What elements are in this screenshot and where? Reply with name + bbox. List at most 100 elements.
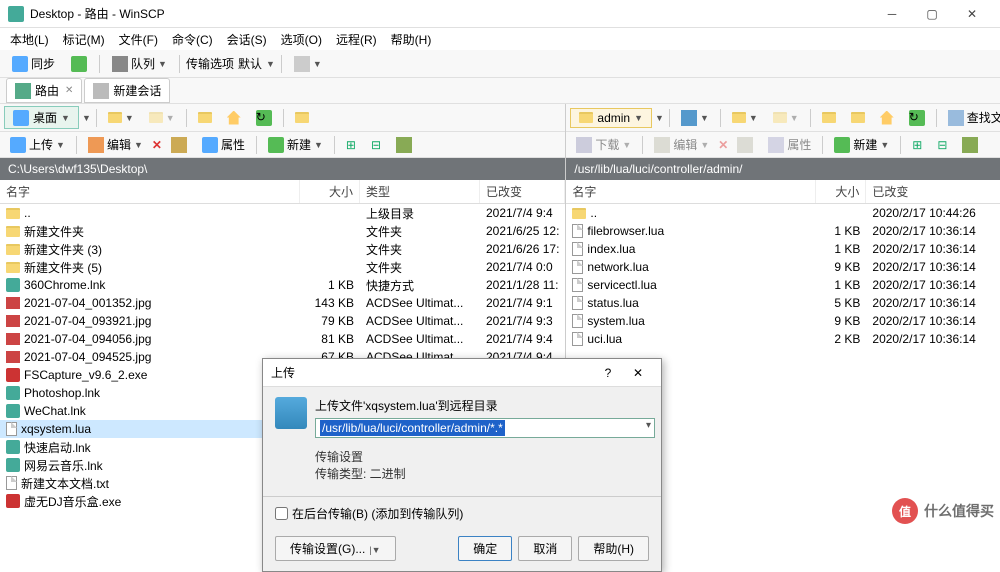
- file-row[interactable]: index.lua1 KB2020/2/17 10:36:14rw-r--r--: [566, 240, 1000, 258]
- help-button[interactable]: 帮助(H): [578, 536, 649, 561]
- toolbar-extra-button[interactable]: ▼: [288, 53, 328, 75]
- file-row[interactable]: status.lua5 KB2020/2/17 10:36:14rw-rw-r-…: [566, 294, 1000, 312]
- file-row[interactable]: 2021-07-04_093921.jpg79 KBACDSee Ultimat…: [0, 312, 565, 330]
- file-row[interactable]: ..2020/2/17 10:44:26rwxrwxr-x: [566, 204, 1000, 222]
- remote-new-button[interactable]: 新建▼: [828, 133, 895, 156]
- menu-mark[interactable]: 标记(M): [57, 29, 111, 50]
- menu-command[interactable]: 命令(C): [166, 29, 219, 50]
- local-header: 名字 大小 类型 已改变: [0, 180, 565, 204]
- local-plus-button[interactable]: ⊞: [340, 135, 362, 155]
- local-edit-button[interactable]: 编辑▼: [82, 133, 149, 156]
- tab-new-session[interactable]: 新建会话: [84, 78, 170, 103]
- remote-edit-button[interactable]: 编辑▼: [648, 133, 715, 156]
- upload-label: 上传文件'xqsystem.lua'到远程目录: [315, 397, 655, 414]
- local-open-button[interactable]: [289, 109, 315, 126]
- dialog-titlebar[interactable]: 上传 ? ✕: [263, 359, 661, 387]
- file-row[interactable]: uci.lua2 KB2020/2/17 10:36:14rw-r--r--: [566, 330, 1000, 348]
- local-drive-selector[interactable]: 桌面▼: [4, 106, 79, 129]
- menu-local[interactable]: 本地(L): [4, 29, 55, 50]
- remote-forward-button[interactable]: ▼: [767, 109, 805, 126]
- remote-plus-button[interactable]: ⊞: [906, 135, 928, 155]
- col-size[interactable]: 大小: [300, 180, 360, 203]
- remote-minus-button[interactable]: ⊟: [931, 135, 953, 155]
- local-minus-button[interactable]: ⊟: [365, 135, 387, 155]
- file-row[interactable]: servicectl.lua1 KB2020/2/17 10:36:14rw-r…: [566, 276, 1000, 294]
- file-row[interactable]: 新建文件夹 (3)文件夹2021/6/26 17:: [0, 240, 565, 258]
- close-button[interactable]: ✕: [952, 2, 992, 26]
- transfer-settings-heading: 传输设置: [315, 448, 649, 465]
- file-row[interactable]: network.lua9 KB2020/2/17 10:36:14rw-r--r…: [566, 258, 1000, 276]
- remote-find-button[interactable]: 查找文件: [942, 106, 1000, 129]
- new-icon: [834, 137, 850, 153]
- remote-root-button[interactable]: [845, 109, 871, 126]
- background-transfer-checkbox[interactable]: 在后台传输(B) (添加到传输队列): [275, 505, 649, 522]
- file-row[interactable]: 360Chrome.lnk1 KB快捷方式2021/1/28 11:: [0, 276, 565, 294]
- remote-drive-selector[interactable]: admin▼: [570, 108, 652, 128]
- local-back-button[interactable]: ▼: [102, 109, 140, 126]
- file-row[interactable]: ..上级目录2021/7/4 9:4: [0, 204, 565, 222]
- menu-options[interactable]: 选项(O): [275, 29, 328, 50]
- remote-delete-button[interactable]: ✕: [718, 138, 728, 152]
- remote-diff-button[interactable]: [956, 134, 984, 156]
- browse-sync-button[interactable]: [65, 53, 93, 75]
- remote-rename-button[interactable]: [731, 134, 759, 156]
- remote-back-button[interactable]: ▼: [726, 109, 764, 126]
- dialog-close-icon[interactable]: ✕: [623, 366, 653, 380]
- remote-filter-button[interactable]: ▼: [675, 107, 715, 129]
- remote-up-button[interactable]: [816, 109, 842, 126]
- col-type[interactable]: 类型: [360, 180, 480, 203]
- dialog-help-icon[interactable]: ?: [593, 366, 623, 380]
- cancel-button[interactable]: 取消: [518, 536, 572, 561]
- col-name[interactable]: 名字: [566, 180, 816, 203]
- ok-button[interactable]: 确定: [458, 536, 512, 561]
- local-home-button[interactable]: [221, 108, 247, 128]
- col-changed[interactable]: 已改变: [480, 180, 565, 203]
- menu-session[interactable]: 会话(S): [221, 29, 273, 50]
- remote-header: 名字 大小 已改变 权限: [566, 180, 1000, 204]
- file-row[interactable]: 新建文件夹文件夹2021/6/25 12:: [0, 222, 565, 240]
- props-icon: [202, 137, 218, 153]
- local-delete-button[interactable]: ✕: [152, 138, 162, 152]
- local-location-toolbar: 桌面▼ ▼ ▼ ▼ ↻: [0, 104, 565, 132]
- download-button[interactable]: 下载▼: [570, 133, 637, 156]
- close-tab-icon[interactable]: ✕: [65, 85, 73, 96]
- local-forward-button[interactable]: ▼: [143, 109, 181, 126]
- menu-help[interactable]: 帮助(H): [385, 29, 438, 50]
- menu-remote[interactable]: 远程(R): [330, 29, 383, 50]
- sync-button[interactable]: 同步: [6, 52, 61, 75]
- remote-refresh-button[interactable]: ↻: [903, 107, 931, 129]
- menu-file[interactable]: 文件(F): [113, 29, 164, 50]
- col-changed[interactable]: 已改变: [866, 180, 1000, 203]
- watermark-text: 什么值得买: [924, 501, 994, 521]
- local-path-bar[interactable]: C:\Users\dwf135\Desktop\: [0, 158, 565, 180]
- app-icon: [8, 6, 24, 22]
- queue-button[interactable]: 队列▼: [106, 52, 173, 75]
- remote-home-button[interactable]: [874, 108, 900, 128]
- local-refresh-button[interactable]: ↻: [250, 107, 278, 129]
- remote-path-bar[interactable]: /usr/lib/lua/luci/controller/admin/: [566, 158, 1000, 180]
- remote-props-button[interactable]: 属性: [762, 133, 817, 156]
- col-size[interactable]: 大小: [816, 180, 866, 203]
- local-up-button[interactable]: [192, 109, 218, 126]
- file-row[interactable]: 2021-07-04_094056.jpg81 KBACDSee Ultimat…: [0, 330, 565, 348]
- remote-action-toolbar: 下载▼ 编辑▼ ✕ 属性 新建▼ ⊞ ⊟: [566, 132, 1000, 158]
- file-row[interactable]: 2021-07-04_001352.jpg143 KBACDSee Ultima…: [0, 294, 565, 312]
- local-new-button[interactable]: 新建▼: [262, 133, 329, 156]
- upload-button[interactable]: 上传▼: [4, 133, 71, 156]
- file-row[interactable]: filebrowser.lua1 KB2020/2/17 10:36:14rw-…: [566, 222, 1000, 240]
- file-row[interactable]: system.lua9 KB2020/2/17 10:36:14rw-r--r-…: [566, 312, 1000, 330]
- local-props-button[interactable]: 属性: [196, 133, 251, 156]
- menu-bar: 本地(L) 标记(M) 文件(F) 命令(C) 会话(S) 选项(O) 远程(R…: [0, 28, 1000, 50]
- tab-session-active[interactable]: 路由✕: [6, 78, 82, 103]
- remote-path-input[interactable]: /usr/lib/lua/luci/controller/admin/*.*: [315, 418, 655, 438]
- maximize-button[interactable]: ▢: [912, 2, 952, 26]
- local-diff-button[interactable]: [390, 134, 418, 156]
- col-name[interactable]: 名字: [0, 180, 300, 203]
- local-rename-button[interactable]: [165, 134, 193, 156]
- transfer-dropdown[interactable]: ▼: [266, 59, 275, 69]
- new-icon: [268, 137, 284, 153]
- transfer-settings-button[interactable]: 传输设置(G)...|▼: [275, 536, 396, 561]
- file-row[interactable]: 新建文件夹 (5)文件夹2021/7/4 0:0: [0, 258, 565, 276]
- home-icon: [880, 111, 894, 125]
- minimize-button[interactable]: ─: [872, 2, 912, 26]
